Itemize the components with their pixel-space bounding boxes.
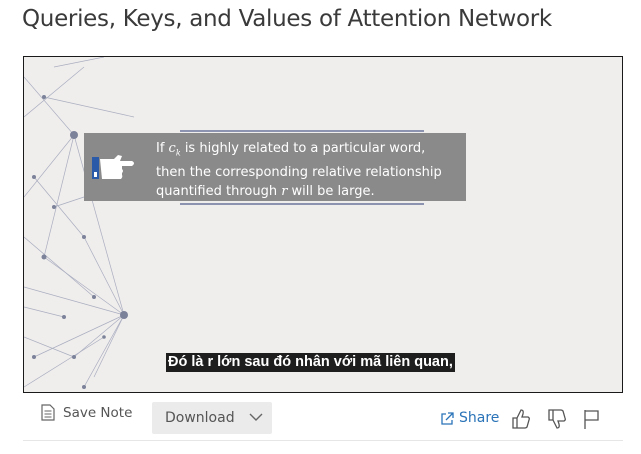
share-button[interactable]: Share — [440, 410, 499, 426]
thumbs-up-icon[interactable] — [511, 408, 531, 430]
download-dropdown[interactable]: Download — [152, 402, 272, 434]
callout-box: If ck is highly related to a particular … — [84, 133, 466, 201]
chevron-down-icon — [249, 413, 263, 421]
callout-line-2: then the corresponding relative relation… — [156, 164, 442, 180]
save-note-label: Save Note — [63, 404, 133, 421]
save-note-button[interactable]: Save Note — [41, 404, 132, 421]
video-subtitle: Đó là r lớn sau đó nhân với mã liên quan… — [166, 353, 455, 372]
video-player[interactable]: If ck is highly related to a particular … — [23, 56, 623, 393]
share-label: Share — [459, 410, 500, 426]
network-graph-decoration — [24, 57, 135, 389]
note-icon — [41, 404, 55, 421]
decorative-line-bottom — [180, 203, 424, 205]
flag-icon[interactable] — [583, 408, 601, 430]
video-toolbar: Save Note Download Share — [23, 398, 623, 438]
download-label: Download — [165, 410, 235, 426]
callout-line-1: If ck is highly related to a particular … — [156, 141, 426, 158]
share-icon — [441, 411, 454, 425]
page-title: Queries, Keys, and Values of Attention N… — [22, 6, 552, 32]
divider — [23, 440, 623, 441]
callout-text: If ck is highly related to a particular … — [156, 139, 461, 201]
pointing-hand-icon — [92, 155, 134, 179]
thumbs-down-icon[interactable] — [547, 408, 567, 430]
decorative-line-top — [180, 130, 424, 132]
callout-line-3: quantified through r will be large. — [156, 183, 375, 199]
